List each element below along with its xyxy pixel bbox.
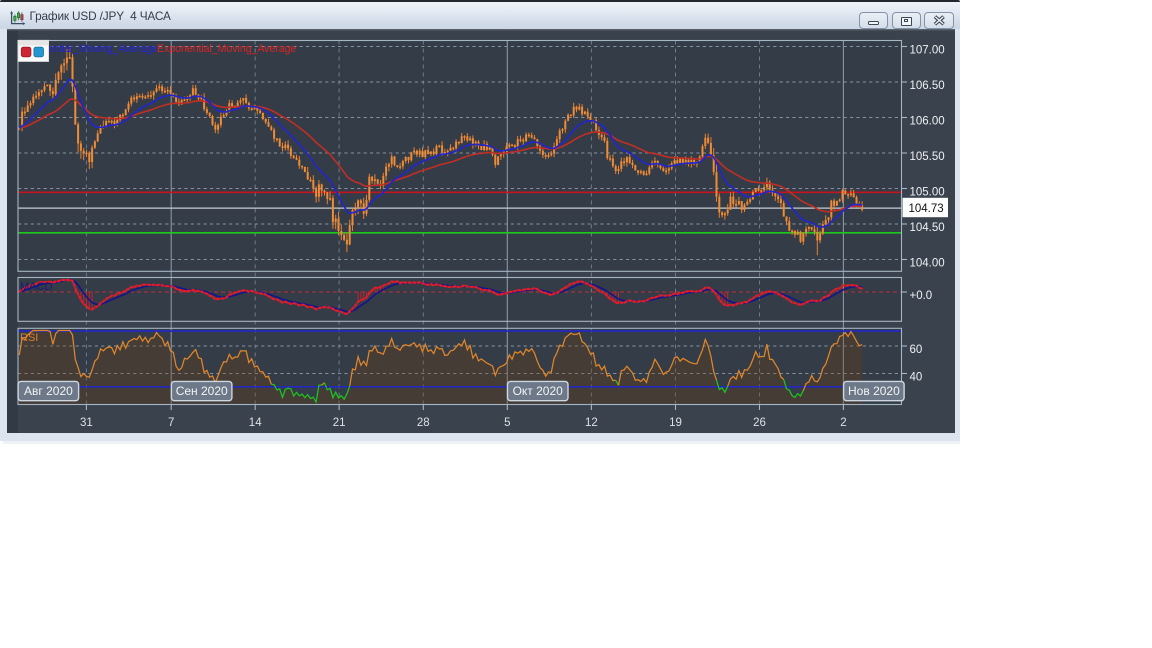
svg-text:Exponential_Moving_Average: Exponential_Moving_Average [157,43,296,55]
svg-text:Окт 2020: Окт 2020 [512,384,563,398]
svg-text:60: 60 [909,344,922,356]
svg-text:31: 31 [80,417,93,429]
svg-text:Авг 2020: Авг 2020 [24,384,73,398]
svg-text:104.50: 104.50 [909,222,944,234]
svg-text:2: 2 [840,417,846,429]
svg-text:21: 21 [332,417,345,429]
svg-text:105.00: 105.00 [909,187,944,199]
svg-text:104.73: 104.73 [908,203,943,215]
svg-text:+0.0: +0.0 [909,290,932,302]
svg-text:40: 40 [909,372,922,384]
svg-text:104.00: 104.00 [909,258,944,270]
svg-text:RSI: RSI [20,332,38,344]
svg-text:14: 14 [248,417,261,429]
svg-text:19: 19 [669,417,682,429]
svg-text:106.50: 106.50 [909,80,944,92]
svg-text:Нов 2020: Нов 2020 [848,384,900,398]
svg-text:5: 5 [504,417,510,429]
svg-text:7: 7 [167,417,173,429]
svg-text:12: 12 [585,417,598,429]
svg-text:26: 26 [753,417,766,429]
svg-text:106.00: 106.00 [909,116,944,128]
svg-text:MACD: MACD [20,281,52,293]
svg-text:105.50: 105.50 [909,151,944,163]
svg-text:Сен 2020: Сен 2020 [175,384,227,398]
svg-text:28: 28 [416,417,429,429]
svg-text:107.00: 107.00 [909,45,944,57]
